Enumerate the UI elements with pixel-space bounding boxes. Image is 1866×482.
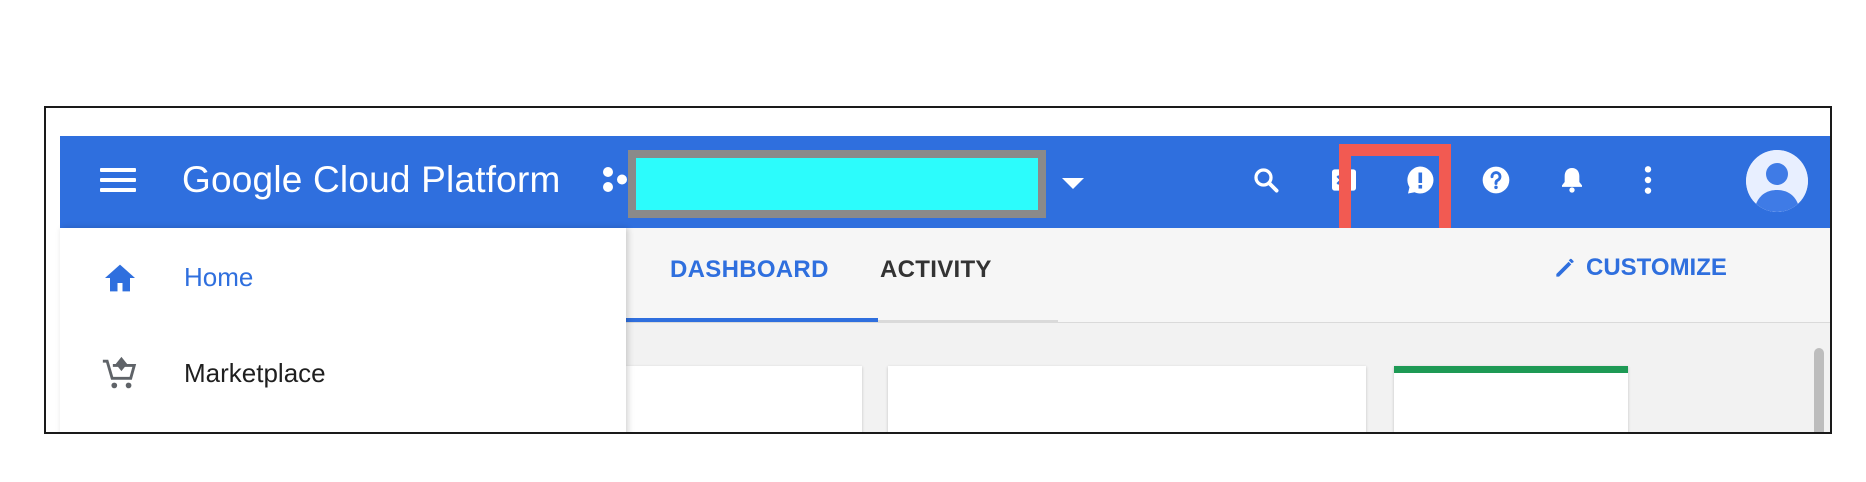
- dashboard-card: [888, 366, 1366, 432]
- hamburger-menu-icon[interactable]: [100, 166, 138, 196]
- search-icon[interactable]: [1244, 158, 1288, 202]
- terminal-icon[interactable]: [1322, 158, 1366, 202]
- top-app-bar: Google Cloud Platform: [60, 136, 1830, 280]
- sidebar-item-label: Marketplace: [184, 358, 326, 388]
- help-icon[interactable]: [1474, 158, 1518, 202]
- dashboard-card: [626, 366, 862, 432]
- browser-viewport: Google Cloud Platform Home Marketplace D…: [44, 106, 1832, 434]
- customize-button[interactable]: CUSTOMIZE: [1552, 254, 1727, 282]
- content-scrollbar[interactable]: [1814, 348, 1824, 432]
- navigation-drawer: Home Marketplace: [60, 228, 626, 432]
- sidebar-item-label: Home: [184, 262, 254, 292]
- tab-activity[interactable]: ACTIVITY: [880, 256, 992, 284]
- bell-icon[interactable]: [1550, 158, 1594, 202]
- pencil-icon: [1556, 258, 1574, 277]
- tab-bar: DASHBOARD ACTIVITY CUSTOMIZE: [626, 228, 1830, 323]
- home-icon: [105, 264, 135, 292]
- active-tab-indicator: [626, 318, 878, 322]
- customize-label: CUSTOMIZE: [1586, 254, 1727, 281]
- main-content: DASHBOARD ACTIVITY CUSTOMIZE: [626, 228, 1830, 432]
- app-title[interactable]: Google Cloud Platform: [182, 158, 561, 202]
- card-accent-bar: [1394, 366, 1628, 373]
- feedback-icon[interactable]: [1398, 158, 1442, 202]
- cart-icon: [102, 356, 137, 389]
- project-selector[interactable]: [628, 150, 1046, 218]
- dashboard-card: [1394, 366, 1628, 432]
- sidebar-item-home[interactable]: Home: [60, 244, 600, 308]
- tab-divider: [878, 320, 1058, 322]
- tab-dashboard[interactable]: DASHBOARD: [670, 256, 829, 284]
- avatar-icon[interactable]: [1746, 150, 1808, 212]
- sidebar-item-marketplace[interactable]: Marketplace: [60, 340, 600, 404]
- caret-down-icon[interactable]: [1062, 178, 1084, 189]
- more-vert-icon[interactable]: [1626, 158, 1670, 202]
